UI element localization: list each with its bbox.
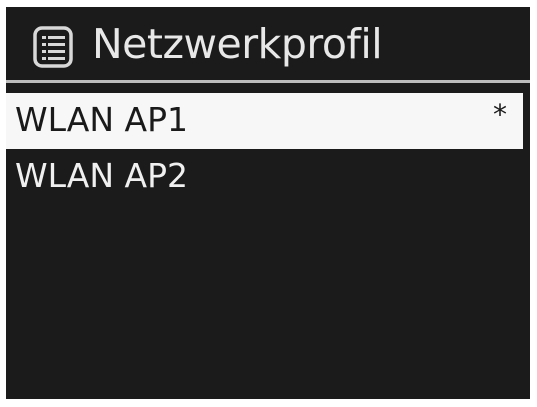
list-item-label: WLAN AP2 [15, 156, 188, 195]
network-profile-list: WLAN AP1 * WLAN AP2 [6, 93, 530, 205]
display-screen: Netzwerkprofil WLAN AP1 * WLAN AP2 [6, 7, 530, 399]
list-item-wlan-ap1[interactable]: WLAN AP1 * [6, 93, 523, 149]
page-title: Netzwerkprofil [92, 20, 383, 68]
list-menu-icon [33, 26, 73, 68]
header-divider [6, 80, 530, 83]
active-profile-marker: * [493, 98, 507, 131]
header: Netzwerkprofil [6, 7, 530, 77]
list-item-label: WLAN AP1 [15, 100, 188, 139]
list-item-wlan-ap2[interactable]: WLAN AP2 [6, 149, 523, 205]
